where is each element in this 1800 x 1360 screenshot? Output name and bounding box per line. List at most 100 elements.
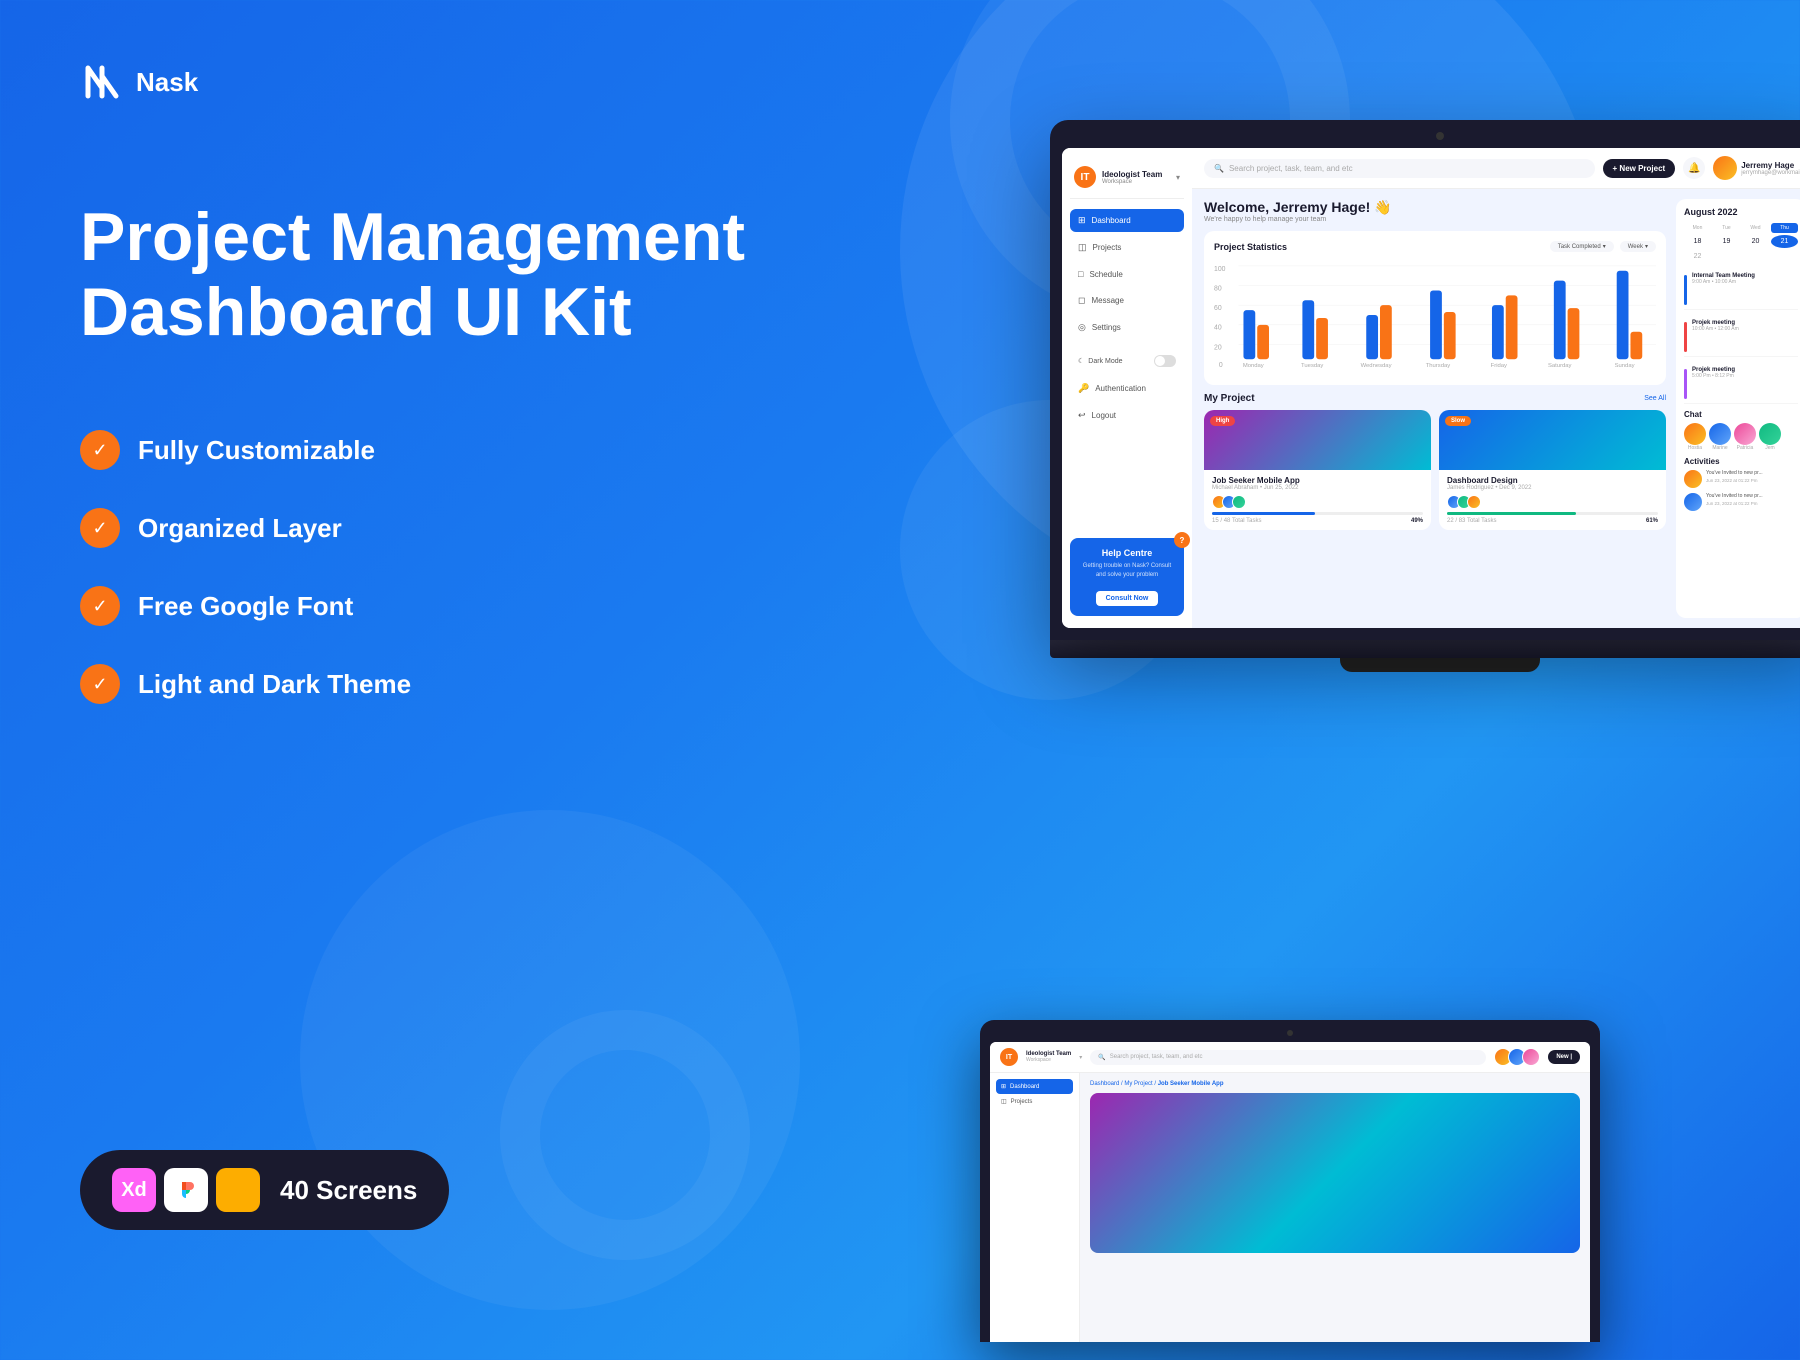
meeting-dot (1684, 275, 1687, 305)
screens-label: 40 Screens (280, 1175, 417, 1206)
see-all-link[interactable]: See All (1644, 395, 1666, 402)
laptop2-camera (1287, 1030, 1293, 1036)
dashboard-body: Welcome, Jerremy Hage! 👋 We're happy to … (1192, 189, 1800, 628)
figma-icon (164, 1168, 208, 1212)
breadcrumb: Dashboard / My Project / Job Seeker Mobi… (1090, 1081, 1580, 1087)
feature-item: ✓ Organized Layer (80, 508, 411, 548)
svg-text:Friday: Friday (1491, 363, 1507, 369)
l2-project-thumbnail (1090, 1093, 1580, 1253)
sidebar-item-projects[interactable]: ◫ Projects (1070, 236, 1184, 259)
meeting-item-3: Projek meeting 5:00 Pm • 8:12 Pm (1684, 363, 1798, 404)
svg-text:Monday: Monday (1243, 363, 1264, 369)
search-icon: 🔍 (1214, 164, 1224, 173)
message-icon: ◻ (1078, 295, 1085, 306)
project-cards: High Job Seeker Mobile App Michael Abrah… (1204, 410, 1666, 530)
check-icon-3: ✓ (80, 586, 120, 626)
l2-avatar-3 (1522, 1048, 1540, 1066)
l2-nav-projects[interactable]: ◫ Projects (996, 1094, 1073, 1109)
progress-fill-1 (1212, 512, 1315, 515)
xd-icon: Xd (112, 1168, 156, 1212)
meeting-item-1: Internal Team Meeting 9:00 Am • 10:00 Am (1684, 269, 1798, 310)
statistics-card: Project Statistics Task Completed ▾ Week… (1204, 231, 1666, 385)
feature-label-2: Organized Layer (138, 513, 342, 544)
project-thumb-2: Slow (1439, 410, 1666, 470)
l2-nav-dashboard[interactable]: ⊞ Dashboard (996, 1079, 1073, 1094)
tool-icons: Xd (112, 1168, 260, 1212)
logout-icon: ↩ (1078, 410, 1086, 421)
chart-header: Project Statistics Task Completed ▾ Week… (1214, 241, 1656, 252)
feature-label-1: Fully Customizable (138, 435, 375, 466)
sidebar-item-schedule[interactable]: □ Schedule (1070, 263, 1184, 285)
svg-text:80: 80 (1214, 285, 1222, 292)
projects-icon: ◫ (1078, 242, 1087, 253)
svg-text:20: 20 (1214, 344, 1222, 351)
workspace-selector[interactable]: IT Ideologist Team Workspace ▾ (1070, 160, 1184, 199)
feature-label-4: Light and Dark Theme (138, 669, 411, 700)
laptop-mockup: IT Ideologist Team Workspace ▾ ⊞ Dashboa… (1050, 120, 1800, 680)
l2-workspace-icon: IT (1000, 1048, 1018, 1066)
project-card-2: Slow Dashboard Design James Rodriguez • … (1439, 410, 1666, 530)
avatar (1232, 495, 1246, 509)
svg-text:Saturday: Saturday (1548, 363, 1572, 369)
my-project-header: My Project See All (1204, 393, 1666, 404)
notification-icon[interactable]: 🔔 (1683, 157, 1705, 179)
meeting-dot-3 (1684, 369, 1687, 399)
dashboard-center: Welcome, Jerremy Hage! 👋 We're happy to … (1204, 199, 1666, 618)
bg-shape-2 (500, 1010, 750, 1260)
chat-avatar-2[interactable] (1709, 423, 1731, 445)
chevron-down-icon-2: ▾ (1645, 243, 1648, 250)
sidebar-item-dashboard[interactable]: ⊞ Dashboard (1070, 209, 1184, 232)
sidebar-item-logout[interactable]: ↩ Logout (1070, 404, 1184, 427)
l2-new-button[interactable]: New | (1548, 1050, 1580, 1064)
chat-avatar-4[interactable] (1759, 423, 1781, 445)
search-icon: 🔍 (1098, 1054, 1105, 1061)
laptop2-frame: IT Ideologist Team Workspace ▾ 🔍 Search … (980, 1020, 1600, 1342)
settings-icon: ◎ (1078, 322, 1086, 333)
welcome-text: Welcome, Jerremy Hage! 👋 We're happy to … (1204, 199, 1666, 223)
progress-fill-2 (1447, 512, 1576, 515)
l2-arrow: ▾ (1079, 1054, 1082, 1061)
chart-filters: Task Completed ▾ Week ▾ (1550, 241, 1656, 252)
dashboard-main: 🔍 Search project, task, team, and etc + … (1192, 148, 1800, 628)
l2-search-box[interactable]: 🔍 Search project, task, team, and etc (1090, 1050, 1486, 1065)
heading-line2: Dashboard UI Kit (80, 274, 632, 350)
chat-avatar-3[interactable] (1734, 423, 1756, 445)
dark-mode-label: ☾ Dark Mode (1078, 357, 1123, 365)
search-box[interactable]: 🔍 Search project, task, team, and etc (1204, 159, 1595, 178)
chat-avatar-1[interactable] (1684, 423, 1706, 445)
meeting-info: Internal Team Meeting 9:00 Am • 10:00 Am (1692, 273, 1755, 305)
activity-item-2: You've Invited to new pr... Jun 23, 2022… (1684, 493, 1798, 511)
sidebar-item-message[interactable]: ◻ Message (1070, 289, 1184, 312)
projects-icon: ◫ (1001, 1098, 1007, 1105)
dark-mode-toggle[interactable] (1154, 355, 1176, 367)
schedule-icon: □ (1078, 269, 1083, 279)
new-project-button[interactable]: + New Project (1603, 159, 1676, 178)
project-avatars-1 (1212, 495, 1423, 509)
dashboard-icon: ⊞ (1001, 1083, 1006, 1090)
svg-text:40: 40 (1214, 325, 1222, 332)
l2-avatars (1494, 1048, 1540, 1066)
progress-bar-1 (1212, 512, 1423, 515)
task-filter[interactable]: Task Completed ▾ (1550, 241, 1614, 252)
sidebar-item-settings[interactable]: ◎ Settings (1070, 316, 1184, 339)
user-profile[interactable]: Jerremy Hage jerrymhage@workmail... (1713, 156, 1800, 180)
week-filter[interactable]: Week ▾ (1620, 241, 1656, 252)
feature-item: ✓ Fully Customizable (80, 430, 411, 470)
consult-now-button[interactable]: Consult Now (1096, 591, 1159, 606)
check-icon-1: ✓ (80, 430, 120, 470)
project-info-1: Job Seeker Mobile App Michael Abraham • … (1204, 470, 1431, 530)
laptop2-screen: IT Ideologist Team Workspace ▾ 🔍 Search … (990, 1042, 1590, 1342)
chevron-down-icon: ▾ (1603, 243, 1606, 250)
user-info: Jerremy Hage jerrymhage@workmail... (1741, 161, 1800, 176)
project-badge-slow: Slow (1445, 416, 1471, 426)
features-list: ✓ Fully Customizable ✓ Organized Layer ✓… (80, 430, 411, 742)
check-icon-4: ✓ (80, 664, 120, 704)
svg-text:Sunday: Sunday (1615, 363, 1635, 369)
feature-item: ✓ Free Google Font (80, 586, 411, 626)
sidebar-item-auth[interactable]: 🔑 Authentication (1070, 377, 1184, 400)
l2-body: ⊞ Dashboard ◫ Projects Dashboard / My Pr… (990, 1073, 1590, 1342)
progress-bar-2 (1447, 512, 1658, 515)
my-project-section: My Project See All High (1204, 393, 1666, 530)
l2-sidebar: ⊞ Dashboard ◫ Projects (990, 1073, 1080, 1342)
meeting-info-3: Projek meeting 5:00 Pm • 8:12 Pm (1692, 367, 1735, 399)
